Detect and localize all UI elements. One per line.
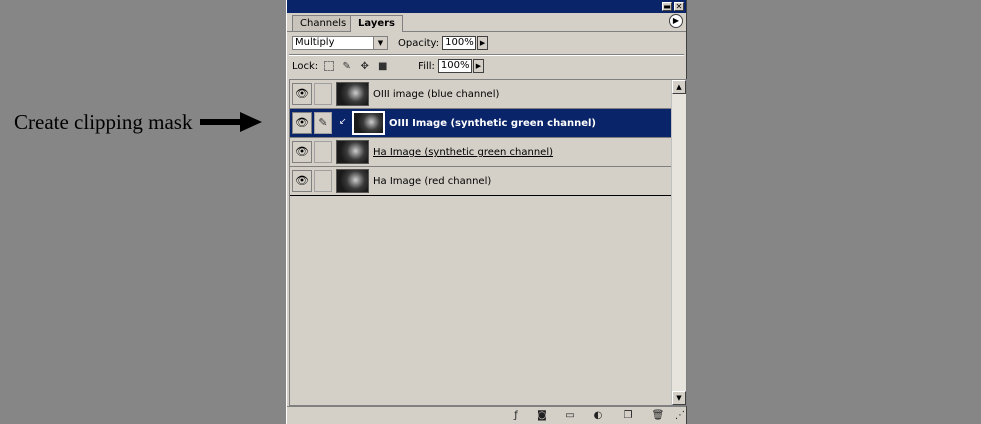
eye-icon[interactable]: 👁 (292, 141, 312, 163)
layer-name: Ha Image (synthetic green channel) (373, 147, 554, 158)
layer-row-selected[interactable]: 👁 ✎ ↙ OIII Image (synthetic green channe… (290, 109, 672, 138)
layer-thumbnail (336, 169, 369, 193)
resize-grip-icon[interactable]: ⋰ (673, 409, 687, 422)
layers-scrollbar[interactable]: ▲ ▼ (671, 80, 686, 405)
tab-layers[interactable]: Layers (350, 15, 403, 32)
annotation-label: Create clipping mask (14, 109, 193, 134)
fill-label: Fill: (418, 60, 435, 72)
adjustment-layer-icon[interactable]: ◐ (591, 409, 605, 422)
delete-layer-icon[interactable]: 🗑 (651, 409, 665, 422)
opacity-slider-icon[interactable]: ▶ (477, 36, 489, 50)
chevron-down-icon[interactable]: ▼ (373, 37, 387, 49)
blend-mode-value: Multiply (295, 37, 335, 48)
new-layer-icon[interactable]: ❐ (621, 409, 635, 422)
link-cell[interactable] (314, 170, 332, 192)
divider (289, 54, 684, 56)
lock-transparency-icon[interactable] (324, 61, 335, 71)
lock-label: Lock: (292, 60, 319, 72)
layers-palette: ▬ ✕ Channels Layers ▶ Multiply ▼ Opacity… (286, 0, 687, 424)
fill-slider-icon[interactable]: ▶ (472, 59, 484, 73)
lock-position-icon[interactable]: ✥ (359, 61, 370, 72)
layer-row[interactable]: 👁 Ha Image (red channel) (290, 167, 672, 196)
annotation: Create clipping mask (14, 109, 263, 134)
opacity-label: Opacity: (398, 37, 440, 49)
layer-row[interactable]: 👁 Ha Image (synthetic green channel) (290, 138, 672, 167)
tab-channels[interactable]: Channels (292, 15, 355, 31)
layer-name: OIII Image (synthetic green channel) (389, 118, 596, 129)
scroll-up-icon[interactable]: ▲ (672, 80, 686, 94)
lock-fill-row: Lock: ✎ ✥ ■ Fill: 100% ▶ (292, 58, 484, 74)
eye-icon[interactable]: 👁 (292, 112, 312, 134)
layer-thumbnail (352, 111, 385, 135)
link-cell[interactable] (314, 83, 332, 105)
tab-bar: Channels Layers (287, 13, 686, 32)
opacity-input[interactable]: 100% (442, 36, 477, 50)
fill-input[interactable]: 100% (437, 59, 472, 73)
lock-image-icon[interactable]: ✎ (341, 61, 352, 72)
minimize-icon[interactable]: ▬ (662, 2, 672, 11)
layer-name: Ha Image (red channel) (373, 176, 492, 187)
blend-mode-select[interactable]: Multiply ▼ (292, 36, 388, 50)
palette-menu-icon[interactable]: ▶ (669, 14, 683, 28)
eye-icon[interactable]: 👁 (292, 83, 312, 105)
lock-all-icon[interactable]: ■ (377, 61, 388, 72)
close-icon[interactable]: ✕ (674, 2, 684, 11)
layers-list: 👁 OIII image (blue channel) 👁 ✎ ↙ OIII I… (289, 79, 687, 406)
list-end-divider (290, 195, 672, 196)
layer-thumbnail (336, 140, 369, 164)
layers-bottom-toolbar: ƒ ◙ ▭ ◐ ❐ 🗑 ⋰ (287, 406, 686, 424)
layer-name: OIII image (blue channel) (373, 89, 500, 100)
blend-opacity-row: Multiply ▼ Opacity: 100% ▶ (292, 35, 489, 51)
palette-titlebar[interactable]: ▬ ✕ (287, 0, 686, 13)
layer-style-icon[interactable]: ƒ (509, 409, 523, 422)
arrow-right-icon (200, 112, 263, 132)
eye-icon[interactable]: 👁 (292, 170, 312, 192)
layer-thumbnail (336, 82, 369, 106)
clipping-arrow-icon: ↙ (339, 117, 347, 127)
add-mask-icon[interactable]: ◙ (535, 409, 549, 422)
layer-row[interactable]: 👁 OIII image (blue channel) (290, 80, 672, 109)
link-cell[interactable] (314, 141, 332, 163)
scroll-down-icon[interactable]: ▼ (672, 391, 686, 405)
brush-icon[interactable]: ✎ (314, 112, 332, 134)
new-group-icon[interactable]: ▭ (563, 409, 577, 422)
